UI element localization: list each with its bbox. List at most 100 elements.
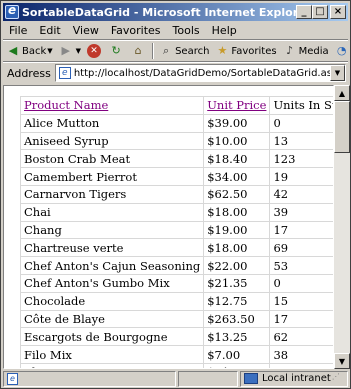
search-button[interactable]: ⌕ Search [156,42,212,60]
table-row: Escargots de Bourgogne $13.25 62 [19,327,333,347]
back-label: Back [22,45,47,57]
favorites-icon: ★ [217,44,228,57]
forward-button[interactable]: ▶ ▼ [56,42,84,60]
cell-units-in-stock: 39 [269,202,333,222]
refresh-button[interactable]: ↻ [106,42,128,60]
cell-product-name: Camembert Pierrot [19,167,205,186]
toolbar: ◀ Back ▼ ▶ ▼ ✕ ↻ ⌂ ⌕ Search ★ Favorites … [3,41,348,61]
cell-units-in-stock: 19 [269,167,333,186]
cell-units-in-stock: 0 [269,273,333,293]
media-icon: ♪ [286,44,294,57]
ie-logo-icon [5,3,19,19]
minimize-button[interactable]: _ [296,5,312,19]
media-button[interactable]: ♪ Media [280,42,332,60]
back-button[interactable]: ◀ Back ▼ [3,42,56,60]
stop-button[interactable]: ✕ [84,42,106,60]
media-label: Media [298,45,329,57]
stop-icon: ✕ [87,44,102,58]
cell-units-in-stock: 15 [269,291,333,311]
cell-unit-price: $39.00 [203,113,271,133]
cell-product-name: Chef Anton's Cajun Seasoning [19,256,205,275]
scroll-up-button[interactable]: ▲ [334,85,350,101]
cell-units-in-stock: 38 [269,345,333,364]
sort-link-unit-price[interactable]: Unit Price [207,98,266,112]
address-input[interactable]: e http://localhost/DataGridDemo/Sortable… [54,64,346,82]
cell-unit-price: $10.00 [203,131,271,151]
scroll-down-button[interactable]: ▼ [334,353,350,369]
table-row: Carnarvon Tigers $62.50 42 [19,184,333,204]
cell-unit-price: $19.00 [203,220,271,240]
resize-grip-icon[interactable]: ⋰ [332,372,342,386]
menu-view[interactable]: View [67,24,105,37]
cell-units-in-stock: 69 [269,238,333,258]
sort-link-product-name[interactable]: Product Name [24,98,108,112]
cell-units-in-stock: 13 [269,131,333,151]
menu-edit[interactable]: Edit [33,24,66,37]
cell-units-in-stock: 17 [269,220,333,240]
table-row: Alice Mutton $39.00 0 [19,113,333,133]
table-row: Côte de Blaye $263.50 17 [19,309,333,329]
grid-header-row: Product Name Unit Price Units In Stock [19,96,333,115]
table-row: Chang $19.00 17 [19,220,333,240]
cell-product-name: Chang [19,220,205,240]
status-panel [178,370,238,387]
menu-file[interactable]: File [3,24,33,37]
page-content: Product Name Unit Price Units In Stock A… [3,85,334,369]
favorites-label: Favorites [231,45,277,57]
cell-unit-price: $18.00 [203,238,271,258]
table-row: Aniseed Syrup $10.00 13 [19,131,333,151]
table-row: Chef Anton's Cajun Seasoning $22.00 53 [19,256,333,275]
history-button[interactable]: ◔ [332,42,351,60]
cell-unit-price: $62.50 [203,184,271,204]
cell-units-in-stock: 17 [269,309,333,329]
table-row: Camembert Pierrot $34.00 19 [19,167,333,186]
cell-product-name: Carnarvon Tigers [19,184,205,204]
address-dropdown-button[interactable]: ▼ [330,65,345,81]
scroll-thumb[interactable] [334,101,350,153]
status-bar: e Local intranet ⋰ [3,370,348,387]
cell-unit-price: $18.00 [203,202,271,222]
refresh-icon: ↻ [111,44,121,57]
table-row: Chartreuse verte $18.00 69 [19,238,333,258]
cell-units-in-stock: 62 [269,327,333,347]
grid-body: Alice Mutton $39.00 0 Aniseed Syrup $10.00 13… [19,113,333,368]
address-bar: Address e http://localhost/DataGridDemo/… [3,63,348,83]
cell-units-in-stock: 53 [269,256,333,275]
toolbar-separator [152,43,155,59]
cell-unit-price: $18.40 [203,149,271,169]
cell-product-name: Alice Mutton [19,113,205,133]
title-bar: SortableDataGrid - Microsoft Internet Ex… [3,3,348,21]
close-button[interactable]: × [330,5,346,19]
header-units-in-stock: Units In Stock [269,96,333,115]
header-product-name: Product Name [19,96,205,115]
cell-product-name: Flotemysost [19,362,205,368]
header-unit-price: Unit Price [203,96,271,115]
table-row: Chai $18.00 39 [19,202,333,222]
cell-product-name: Chai [19,202,205,222]
vertical-scrollbar[interactable]: ▲ ▼ [334,85,350,369]
cell-unit-price: $263.50 [203,309,271,329]
search-label: Search [175,45,210,57]
menu-help[interactable]: Help [206,24,243,37]
table-row: Boston Crab Meat $18.40 123 [19,149,333,169]
forward-arrow-icon: ▶ [61,44,70,57]
table-row: Filo Mix $7.00 38 [19,345,333,364]
menu-favorites[interactable]: Favorites [105,24,167,37]
cell-unit-price: $22.00 [203,256,271,275]
cell-unit-price: $7.00 [203,345,271,364]
intranet-zone-icon [244,373,258,384]
sortable-data-grid: Product Name Unit Price Units In Stock A… [19,96,333,368]
cell-product-name: Boston Crab Meat [19,149,205,169]
cell-units-in-stock: 0 [269,113,333,133]
cell-product-name: Chartreuse verte [19,238,205,258]
cell-unit-price: $12.75 [203,291,271,311]
cell-product-name: Aniseed Syrup [19,131,205,151]
cell-units-in-stock: 26 [269,362,333,368]
maximize-button[interactable]: □ [312,5,328,19]
menu-tools[interactable]: Tools [167,24,206,37]
table-row: Flotemysost$21.5026 [19,362,333,368]
home-button[interactable]: ⌂ [128,42,150,60]
table-row: Chef Anton's Gumbo Mix $21.35 0 [19,273,333,293]
favorites-button[interactable]: ★ Favorites [212,42,279,60]
page-icon: e [58,67,71,79]
